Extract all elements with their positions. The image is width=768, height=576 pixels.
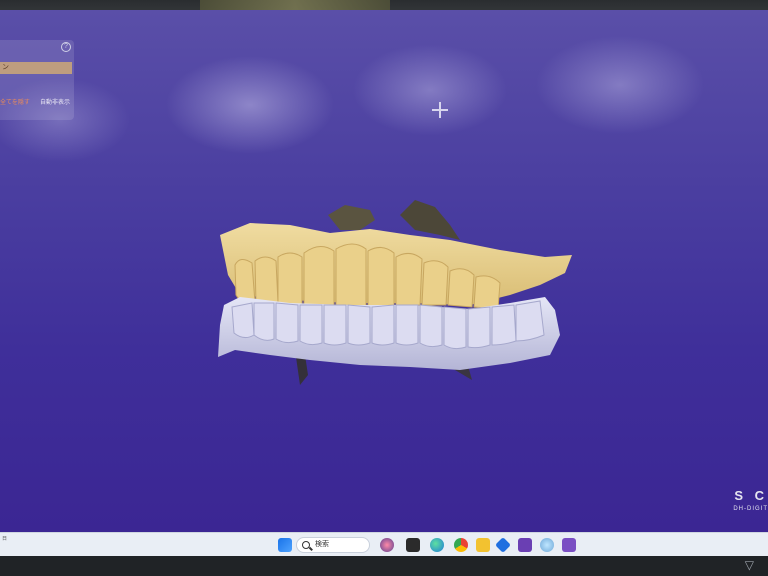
search-icon xyxy=(302,541,310,549)
windows-start-icon[interactable] xyxy=(278,538,292,552)
tissue-fragment-top-right xyxy=(400,200,460,240)
taskbar-date-hint: 日 xyxy=(2,536,8,542)
app-icon[interactable] xyxy=(380,538,394,552)
taskbar-search[interactable]: 検索 xyxy=(296,537,370,553)
taskbar: 日 検索 xyxy=(0,532,768,556)
selected-option[interactable]: ン xyxy=(0,62,72,74)
hide-all-button[interactable]: 全てを隠す xyxy=(0,100,30,106)
auto-hide-toggle[interactable]: 自動非表示 xyxy=(40,97,70,109)
scan-viewport[interactable]: ? ン 全てを隠す 自動非表示 S C DH-DIGIT xyxy=(0,10,768,532)
edge-icon[interactable] xyxy=(430,538,444,552)
dental-app-icon-2[interactable] xyxy=(562,538,576,552)
view-options-panel: ? ン 全てを隠す 自動非表示 xyxy=(0,40,74,120)
help-icon[interactable]: ? xyxy=(61,42,71,52)
brand-logo: S C DH-DIGIT xyxy=(728,488,768,512)
brand-subtitle: DH-DIGIT xyxy=(733,506,768,512)
tissue-fragment-top xyxy=(328,205,375,230)
background-light xyxy=(200,0,390,10)
file-explorer-icon[interactable] xyxy=(406,538,420,552)
folder-icon[interactable] xyxy=(476,538,490,552)
pinned-app-icon[interactable] xyxy=(495,537,511,553)
search-label: 検索 xyxy=(315,541,329,548)
dental-app-icon[interactable] xyxy=(518,538,532,552)
visibility-row: 全てを隠す 自動非表示 xyxy=(0,97,72,109)
dental-arch-scan[interactable] xyxy=(210,185,580,390)
crosshair-icon xyxy=(432,102,448,118)
photo-app-icon[interactable] xyxy=(540,538,554,552)
monitor-bezel-bottom: ▽ xyxy=(0,556,768,576)
chrome-icon[interactable] xyxy=(454,538,468,552)
brand-logo-text: S C xyxy=(734,488,768,503)
watermark-icon: ▽ xyxy=(744,558,754,572)
